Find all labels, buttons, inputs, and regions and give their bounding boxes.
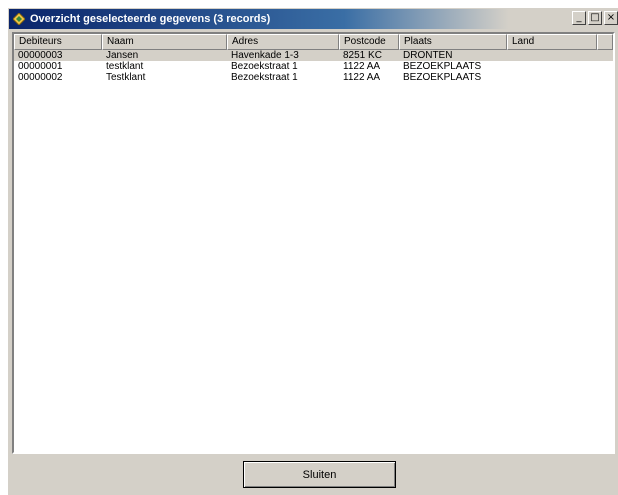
cell-plaats: BEZOEKPLAATS [403, 61, 482, 72]
minimize-button[interactable]: _ [572, 11, 586, 25]
cell-land [507, 50, 597, 61]
maximize-button[interactable]: □ [588, 11, 602, 25]
cell-debiteur: 00000002 [18, 72, 63, 83]
column-header-land[interactable]: Land [507, 34, 597, 50]
cell-land [507, 72, 597, 83]
cell-naam: testklant [106, 61, 144, 72]
title-buttons: _ □ × [570, 11, 618, 25]
column-header-filler [597, 34, 613, 50]
cell-naam: Jansen [106, 50, 139, 61]
dialog-window: Overzicht geselecteerde gegevens (3 reco… [7, 7, 618, 495]
column-header-naam[interactable]: Naam [102, 34, 227, 50]
cell-debiteur: 00000003 [18, 50, 63, 61]
cell-adres: Bezoekstraat 1 [231, 61, 298, 72]
cell-plaats: DRONTEN [403, 50, 453, 61]
column-header-postcode[interactable]: Postcode [339, 34, 399, 50]
cell-adres: Bezoekstraat 1 [231, 72, 298, 83]
button-bar: Sluiten [12, 454, 614, 495]
column-header-adres[interactable]: Adres [227, 34, 339, 50]
column-header-debiteurs[interactable]: Debiteurs [14, 34, 102, 50]
cell-adres: Havenkade 1-3 [231, 50, 299, 61]
close-dialog-button[interactable]: Sluiten [243, 461, 396, 488]
records-listview[interactable]: Debiteurs Naam Adres Postcode Plaats Lan… [12, 32, 615, 454]
list-header: Debiteurs Naam Adres Postcode Plaats Lan… [14, 34, 613, 50]
app-icon [12, 12, 26, 26]
cell-postcode: 1122 AA [343, 72, 381, 83]
list-item[interactable]: 00000001 testklant Bezoekstraat 1 1122 A… [14, 61, 613, 72]
window-title: Overzicht geselecteerde gegevens (3 reco… [30, 13, 271, 25]
cell-land [507, 61, 597, 72]
cell-naam: Testklant [106, 72, 146, 83]
column-header-plaats[interactable]: Plaats [399, 34, 507, 50]
title-bar[interactable]: Overzicht geselecteerde gegevens (3 reco… [9, 9, 618, 29]
list-item[interactable]: 00000003 Jansen Havenkade 1-3 8251 KC DR… [14, 50, 613, 61]
cell-postcode: 1122 AA [343, 61, 381, 72]
close-button[interactable]: × [604, 11, 618, 25]
list-item[interactable]: 00000002 Testklant Bezoekstraat 1 1122 A… [14, 72, 613, 83]
cell-debiteur: 00000001 [18, 61, 63, 72]
cell-postcode: 8251 KC [343, 50, 382, 61]
cell-plaats: BEZOEKPLAATS [403, 72, 482, 83]
